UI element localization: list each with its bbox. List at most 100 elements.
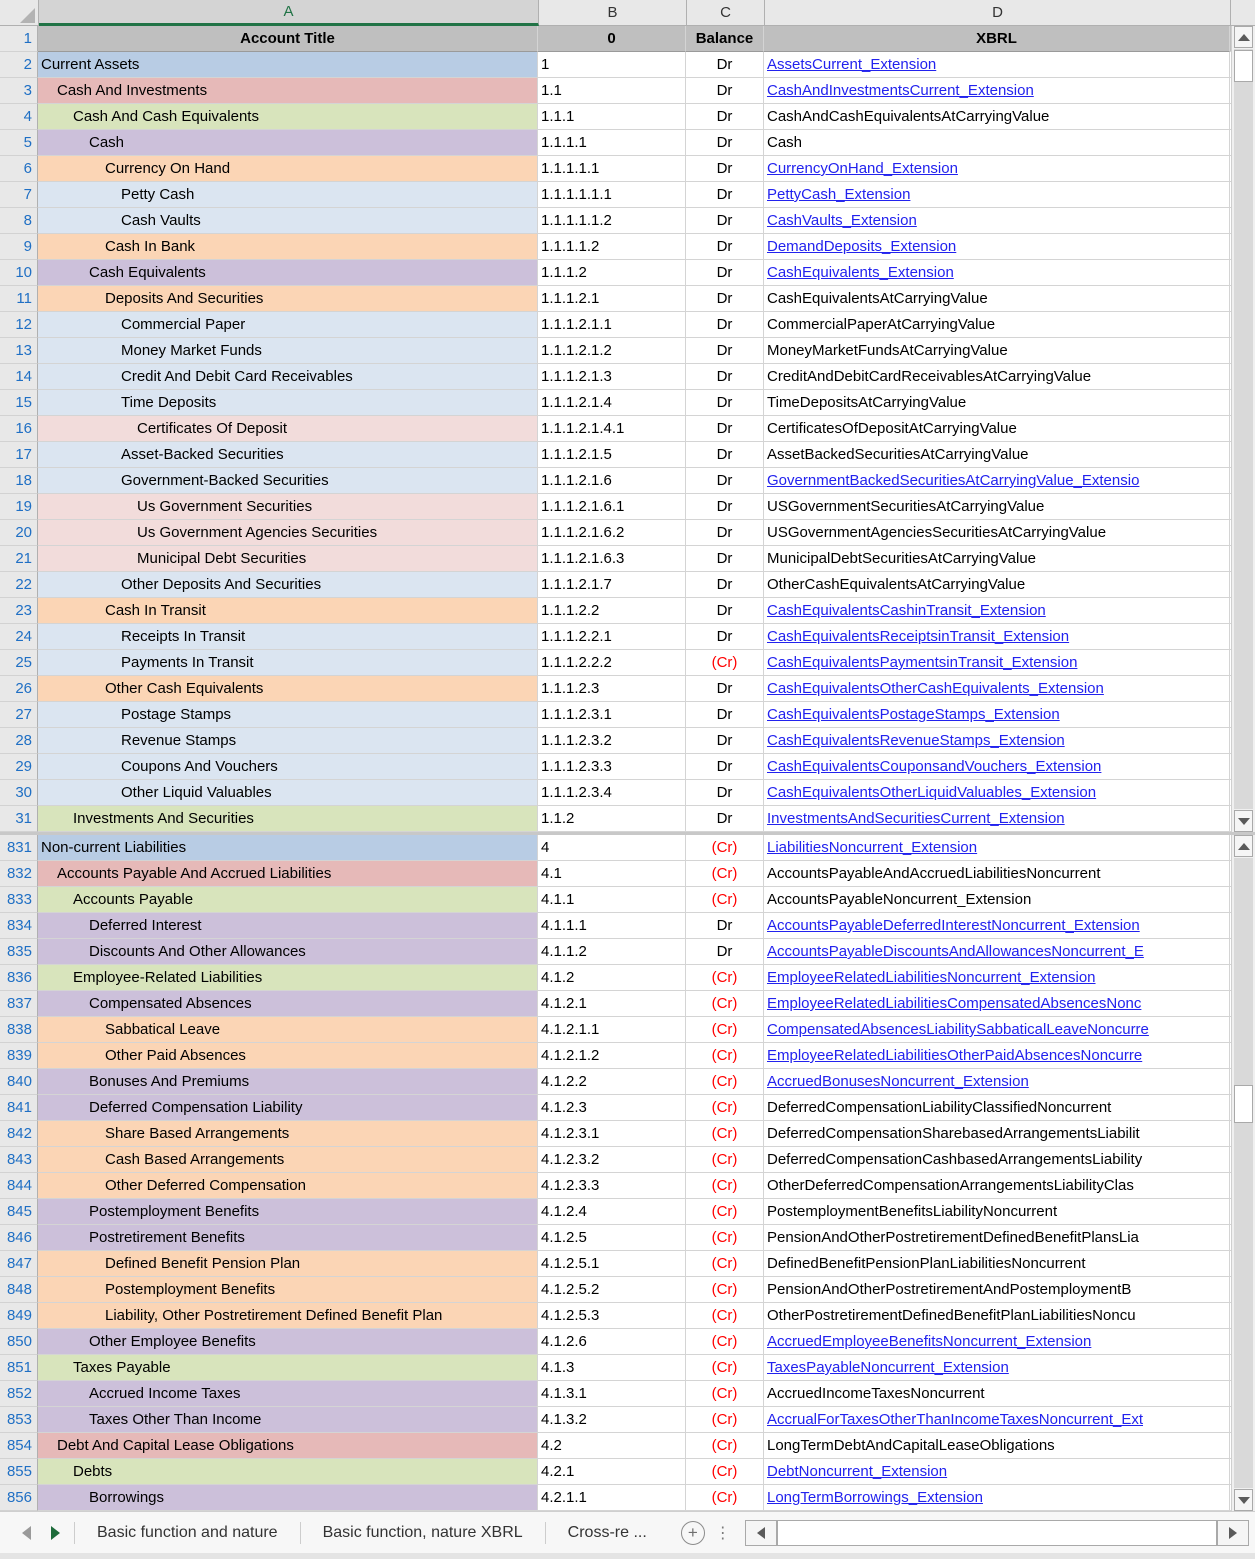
cell-account-title[interactable]: Other Deposits And Securities: [38, 572, 538, 598]
cell-code[interactable]: 4.1.2.5.2: [538, 1277, 686, 1303]
cell-account-title[interactable]: Cash And Investments: [38, 78, 538, 104]
cell-xbrl[interactable]: CashEquivalentsReceiptsinTransit_Extensi…: [764, 624, 1230, 650]
scroll-down-button-top[interactable]: [1234, 810, 1253, 832]
cell-account-title[interactable]: Accounts Payable And Accrued Liabilities: [38, 861, 538, 887]
horizontal-scroll-track[interactable]: [776, 1519, 1217, 1546]
cell-account-title[interactable]: Employee-Related Liabilities: [38, 965, 538, 991]
row-number[interactable]: 837: [0, 991, 38, 1017]
row-number[interactable]: 5: [0, 130, 38, 156]
cell-xbrl[interactable]: OtherCashEquivalentsAtCarryingValue: [764, 572, 1230, 598]
cell-xbrl[interactable]: USGovernmentSecuritiesAtCarryingValue: [764, 494, 1230, 520]
cell-account-title[interactable]: Us Government Agencies Securities: [38, 520, 538, 546]
cell-balance[interactable]: (Cr): [686, 1251, 764, 1277]
xbrl-link[interactable]: EmployeeRelatedLiabilitiesNoncurrent_Ext…: [767, 969, 1096, 986]
cell-code[interactable]: 4.1.2.3.1: [538, 1121, 686, 1147]
cell-xbrl[interactable]: CashEquivalentsOtherCashEquivalents_Exte…: [764, 676, 1230, 702]
cell-xbrl[interactable]: OtherPostretirementDefinedBenefitPlanLia…: [764, 1303, 1230, 1329]
cell-balance[interactable]: (Cr): [686, 1433, 764, 1459]
cell-code[interactable]: 1.1.1.2.2: [538, 598, 686, 624]
row-number[interactable]: 849: [0, 1303, 38, 1329]
xbrl-link[interactable]: CashEquivalents_Extension: [767, 264, 954, 281]
cell-account-title[interactable]: Coupons And Vouchers: [38, 754, 538, 780]
scroll-down-button-bottom[interactable]: [1234, 1489, 1253, 1511]
cell-code[interactable]: 1.1.1.2.3.1: [538, 702, 686, 728]
row-number[interactable]: 3: [0, 78, 38, 104]
column-header-d[interactable]: D: [765, 0, 1231, 26]
xbrl-link[interactable]: AccountsPayableDiscountsAndAllowancesNon…: [767, 943, 1144, 960]
add-sheet-button[interactable]: +: [680, 1520, 705, 1545]
cell-balance[interactable]: Dr: [686, 104, 764, 130]
cell-xbrl[interactable]: CommercialPaperAtCarryingValue: [764, 312, 1230, 338]
row-number[interactable]: 841: [0, 1095, 38, 1121]
cell-xbrl[interactable]: InvestmentsAndSecuritiesCurrent_Extensio…: [764, 806, 1230, 832]
xbrl-link[interactable]: CurrencyOnHand_Extension: [767, 160, 958, 177]
cell-code[interactable]: 1.1.1.2.1.7: [538, 572, 686, 598]
cell-balance[interactable]: Dr: [686, 156, 764, 182]
cell-account-title[interactable]: Investments And Securities: [38, 806, 538, 832]
cell-code[interactable]: 1.1.1.2.1: [538, 286, 686, 312]
row-number[interactable]: 845: [0, 1199, 38, 1225]
cell-xbrl[interactable]: LongTermBorrowings_Extension: [764, 1485, 1230, 1511]
cell-code[interactable]: 1.1.1.2.3.4: [538, 780, 686, 806]
cell-code[interactable]: 1.1.1.2.1.6: [538, 468, 686, 494]
xbrl-link[interactable]: LiabilitiesNoncurrent_Extension: [767, 839, 977, 856]
cell-balance[interactable]: Dr: [686, 624, 764, 650]
cell-account-title[interactable]: Sabbatical Leave: [38, 1017, 538, 1043]
cell-code[interactable]: 1.1.1.1.1.1: [538, 182, 686, 208]
cell-account-title[interactable]: Postemployment Benefits: [38, 1199, 538, 1225]
row-number[interactable]: 18: [0, 468, 38, 494]
cell-account-title[interactable]: Postretirement Benefits: [38, 1225, 538, 1251]
cell-account-title[interactable]: Liability, Other Postretirement Defined …: [38, 1303, 538, 1329]
cell-code[interactable]: 1.1.1.2.1.3: [538, 364, 686, 390]
cell-xbrl[interactable]: CashAndInvestmentsCurrent_Extension: [764, 78, 1230, 104]
row-number[interactable]: 16: [0, 416, 38, 442]
cell-account-title[interactable]: Defined Benefit Pension Plan: [38, 1251, 538, 1277]
xbrl-link[interactable]: EmployeeRelatedLiabilitiesOtherPaidAbsen…: [767, 1047, 1142, 1064]
cell-xbrl[interactable]: DeferredCompensationSharebasedArrangemen…: [764, 1121, 1230, 1147]
cell-xbrl[interactable]: DefinedBenefitPensionPlanLiabilitiesNonc…: [764, 1251, 1230, 1277]
cell-account-title[interactable]: Cash In Bank: [38, 234, 538, 260]
cell-account-title[interactable]: Share Based Arrangements: [38, 1121, 538, 1147]
xbrl-link[interactable]: CashAndInvestmentsCurrent_Extension: [767, 82, 1034, 99]
cell-balance[interactable]: (Cr): [686, 1043, 764, 1069]
cell-balance[interactable]: (Cr): [686, 650, 764, 676]
xbrl-link[interactable]: AccountsPayableDeferredInterestNoncurren…: [767, 917, 1140, 934]
row-number[interactable]: 27: [0, 702, 38, 728]
row-number[interactable]: 17: [0, 442, 38, 468]
cell-account-title[interactable]: Currency On Hand: [38, 156, 538, 182]
cell-code[interactable]: 4.1: [538, 861, 686, 887]
row-number[interactable]: 847: [0, 1251, 38, 1277]
cell-code[interactable]: 4.1.2.1.2: [538, 1043, 686, 1069]
xbrl-link[interactable]: DemandDeposits_Extension: [767, 238, 956, 255]
cell-code[interactable]: 4.2: [538, 1433, 686, 1459]
row-number[interactable]: 833: [0, 887, 38, 913]
cell-account-title[interactable]: Cash In Transit: [38, 598, 538, 624]
xbrl-link[interactable]: CashEquivalentsCashinTransit_Extension: [767, 602, 1046, 619]
row-number[interactable]: 23: [0, 598, 38, 624]
row-number[interactable]: 842: [0, 1121, 38, 1147]
cell-balance[interactable]: (Cr): [686, 861, 764, 887]
row-number[interactable]: 844: [0, 1173, 38, 1199]
row-number[interactable]: 2: [0, 52, 38, 78]
row-number[interactable]: 839: [0, 1043, 38, 1069]
cell-balance[interactable]: Dr: [686, 338, 764, 364]
cell-balance[interactable]: (Cr): [686, 991, 764, 1017]
cell-balance[interactable]: Dr: [686, 182, 764, 208]
cell-xbrl[interactable]: PensionAndOtherPostretirementAndPostempl…: [764, 1277, 1230, 1303]
cell-balance[interactable]: (Cr): [686, 1459, 764, 1485]
cell-balance[interactable]: (Cr): [686, 1121, 764, 1147]
row-number[interactable]: 28: [0, 728, 38, 754]
cell-xbrl[interactable]: MoneyMarketFundsAtCarryingValue: [764, 338, 1230, 364]
cell-code[interactable]: 1.1.1.2.1.6.3: [538, 546, 686, 572]
cell-account-title[interactable]: Time Deposits: [38, 390, 538, 416]
row-number[interactable]: 10: [0, 260, 38, 286]
cell-code[interactable]: 1.1.1.2.1.2: [538, 338, 686, 364]
cell-account-title[interactable]: Current Assets: [38, 52, 538, 78]
cell-xbrl[interactable]: PensionAndOtherPostretirementDefinedBene…: [764, 1225, 1230, 1251]
cell-balance[interactable]: Dr: [686, 728, 764, 754]
cell-code[interactable]: 4: [538, 835, 686, 861]
cell-balance[interactable]: Dr: [686, 364, 764, 390]
cell-balance[interactable]: Dr: [686, 78, 764, 104]
xbrl-link[interactable]: AccruedEmployeeBenefitsNoncurrent_Extens…: [767, 1333, 1091, 1350]
cell-xbrl[interactable]: MunicipalDebtSecuritiesAtCarryingValue: [764, 546, 1230, 572]
